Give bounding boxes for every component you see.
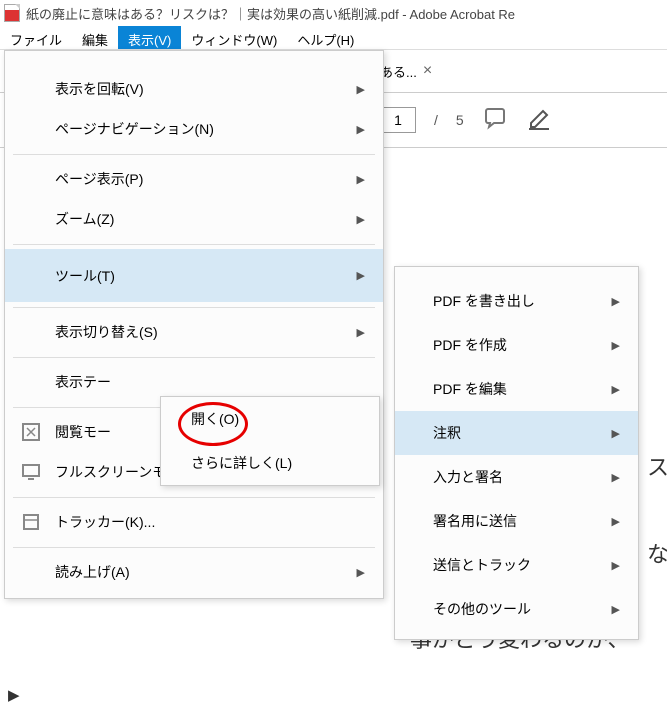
chevron-right-icon: ▶ xyxy=(357,326,365,339)
menu-window[interactable]: ウィンドウ(W) xyxy=(181,26,287,49)
pdf-file-icon xyxy=(4,4,20,22)
view-menu-panel: 表示を回転(V)▶ ページナビゲーション(N)▶ ページ表示(P)▶ ズーム(Z… xyxy=(4,50,384,599)
document-tab[interactable]: ある... × xyxy=(380,62,432,81)
pencil-icon[interactable] xyxy=(526,106,552,135)
monitor-icon xyxy=(19,460,43,484)
menu-rotate-view[interactable]: 表示を回転(V)▶ xyxy=(5,69,383,109)
menu-fill-sign[interactable]: 入力と署名▶ xyxy=(395,455,638,499)
tools-submenu-panel: PDF を書き出し▶ PDF を作成▶ PDF を編集▶ 注釈▶ 入力と署名▶ … xyxy=(394,266,639,640)
menu-tools[interactable]: ツール(T)▶ xyxy=(5,249,383,302)
menu-display-switch[interactable]: 表示切り替え(S)▶ xyxy=(5,312,383,352)
comment-bubble-icon[interactable] xyxy=(482,106,508,135)
menu-other-tools[interactable]: その他のツール▶ xyxy=(395,587,638,631)
menubar: ファイル 編集 表示(V) ウィンドウ(W) ヘルプ(H) xyxy=(0,26,667,50)
chevron-right-icon: ▶ xyxy=(612,339,620,352)
chevron-right-icon: ▶ xyxy=(612,383,620,396)
menu-edit[interactable]: 編集 xyxy=(72,26,118,49)
document-text-fragment: ス xyxy=(647,450,667,482)
read-mode-icon xyxy=(19,420,43,444)
sidebar-expand-icon[interactable]: ▶ xyxy=(8,686,20,704)
menu-export-pdf[interactable]: PDF を書き出し▶ xyxy=(395,279,638,323)
menu-more-details[interactable]: さらに詳しく(L) xyxy=(161,441,379,485)
chevron-right-icon: ▶ xyxy=(612,471,620,484)
close-icon[interactable]: × xyxy=(423,62,432,80)
document-text-fragment: な xyxy=(647,537,667,569)
menu-create-pdf[interactable]: PDF を作成▶ xyxy=(395,323,638,367)
chevron-right-icon: ▶ xyxy=(612,295,620,308)
page-number-input[interactable] xyxy=(380,107,416,133)
menu-comment[interactable]: 注釈▶ xyxy=(395,411,638,455)
tools-open-popup: 開く(O) さらに詳しく(L) xyxy=(160,396,380,486)
menu-page-display[interactable]: ページ表示(P)▶ xyxy=(5,159,383,199)
menu-help[interactable]: ヘルプ(H) xyxy=(287,26,364,49)
chevron-right-icon: ▶ xyxy=(612,515,620,528)
menu-file[interactable]: ファイル xyxy=(0,26,72,49)
tracker-icon xyxy=(19,510,43,534)
chevron-right-icon: ▶ xyxy=(612,603,620,616)
menu-page-navigation[interactable]: ページナビゲーション(N)▶ xyxy=(5,109,383,149)
menu-edit-pdf[interactable]: PDF を編集▶ xyxy=(395,367,638,411)
menu-send-for-sign[interactable]: 署名用に送信▶ xyxy=(395,499,638,543)
chevron-right-icon: ▶ xyxy=(357,83,365,96)
chevron-right-icon: ▶ xyxy=(612,559,620,572)
page-separator: / xyxy=(434,112,438,128)
menu-view[interactable]: 表示(V) xyxy=(118,26,181,49)
chevron-right-icon: ▶ xyxy=(357,566,365,579)
chevron-right-icon: ▶ xyxy=(612,427,620,440)
tab-label: ある... xyxy=(380,62,417,81)
page-total: 5 xyxy=(456,112,464,128)
menu-send-track[interactable]: 送信とトラック▶ xyxy=(395,543,638,587)
chevron-right-icon: ▶ xyxy=(357,269,365,282)
menu-read-aloud[interactable]: 読み上げ(A)▶ xyxy=(5,552,383,592)
chevron-right-icon: ▶ xyxy=(357,123,365,136)
menu-open[interactable]: 開く(O) xyxy=(161,397,379,441)
chevron-right-icon: ▶ xyxy=(357,173,365,186)
window-title: 紙の廃止に意味はある？リスクは？｜実は効果の高い紙削減.pdf - Adobe … xyxy=(26,4,515,23)
chevron-right-icon: ▶ xyxy=(357,213,365,226)
menu-zoom[interactable]: ズーム(Z)▶ xyxy=(5,199,383,239)
menu-tracker[interactable]: トラッカー(K)... xyxy=(5,502,383,542)
